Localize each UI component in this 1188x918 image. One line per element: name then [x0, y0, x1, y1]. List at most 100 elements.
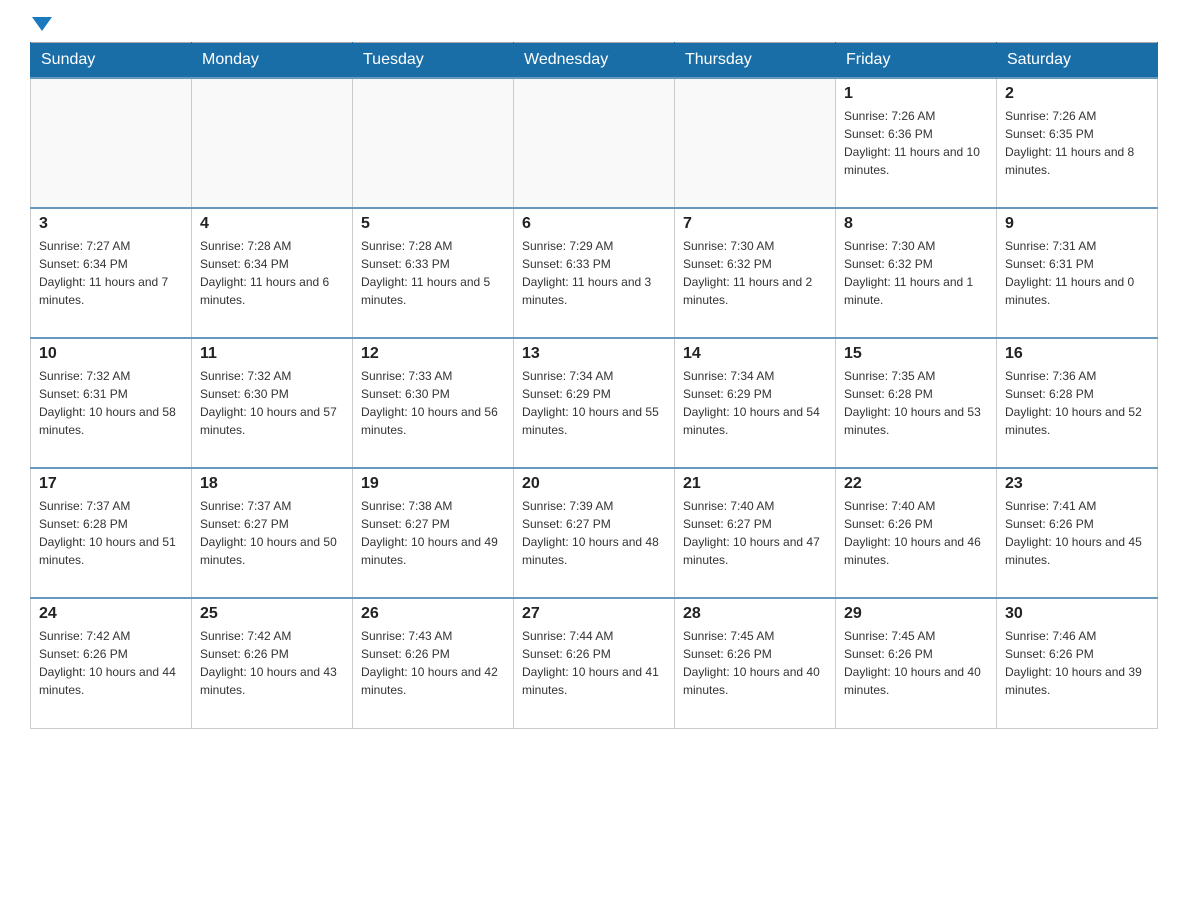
- day-number: 13: [522, 345, 666, 363]
- day-info: Sunrise: 7:35 AM Sunset: 6:28 PM Dayligh…: [844, 367, 988, 439]
- day-of-week-header: Friday: [836, 43, 997, 79]
- day-info: Sunrise: 7:34 AM Sunset: 6:29 PM Dayligh…: [683, 367, 827, 439]
- day-info: Sunrise: 7:36 AM Sunset: 6:28 PM Dayligh…: [1005, 367, 1149, 439]
- day-number: 12: [361, 345, 505, 363]
- calendar-cell: 24 Sunrise: 7:42 AM Sunset: 6:26 PM Dayli…: [31, 598, 192, 728]
- day-number: 4: [200, 215, 344, 233]
- calendar-cell: 5Sunrise: 7:28 AM Sunset: 6:33 PM Daylig…: [353, 208, 514, 338]
- calendar-week-row: 24 Sunrise: 7:42 AM Sunset: 6:26 PM Dayli…: [31, 598, 1158, 728]
- day-number: 19: [361, 475, 505, 493]
- day-info: Sunrise: 7:42 AM Sunset: 6:26 PM Dayligh…: [39, 627, 183, 699]
- calendar-cell: [675, 78, 836, 208]
- calendar-table: SundayMondayTuesdayWednesdayThursdayFrid…: [30, 42, 1158, 729]
- day-of-week-header: Sunday: [31, 43, 192, 79]
- calendar-cell: [353, 78, 514, 208]
- day-info: Sunrise: 7:37 AM Sunset: 6:27 PM Dayligh…: [200, 497, 344, 569]
- day-of-week-header: Tuesday: [353, 43, 514, 79]
- calendar-cell: 29 Sunrise: 7:45 AM Sunset: 6:26 PM Dayli…: [836, 598, 997, 728]
- calendar-cell: 16 Sunrise: 7:36 AM Sunset: 6:28 PM Dayli…: [997, 338, 1158, 468]
- calendar-cell: 26 Sunrise: 7:43 AM Sunset: 6:26 PM Dayli…: [353, 598, 514, 728]
- day-of-week-header: Monday: [192, 43, 353, 79]
- day-number: 21: [683, 475, 827, 493]
- day-info: Sunrise: 7:42 AM Sunset: 6:26 PM Dayligh…: [200, 627, 344, 699]
- day-number: 7: [683, 215, 827, 233]
- calendar-cell: 2Sunrise: 7:26 AM Sunset: 6:35 PM Daylig…: [997, 78, 1158, 208]
- day-number: 5: [361, 215, 505, 233]
- day-info: Sunrise: 7:34 AM Sunset: 6:29 PM Dayligh…: [522, 367, 666, 439]
- calendar-cell: 21 Sunrise: 7:40 AM Sunset: 6:27 PM Dayli…: [675, 468, 836, 598]
- day-number: 1: [844, 85, 988, 103]
- logo-triangle-icon: [32, 17, 52, 31]
- day-info: Sunrise: 7:26 AM Sunset: 6:35 PM Dayligh…: [1005, 107, 1149, 179]
- calendar-cell: 20 Sunrise: 7:39 AM Sunset: 6:27 PM Dayli…: [514, 468, 675, 598]
- day-number: 11: [200, 345, 344, 363]
- calendar-cell: 10Sunrise: 7:32 AM Sunset: 6:31 PM Dayli…: [31, 338, 192, 468]
- day-info: Sunrise: 7:39 AM Sunset: 6:27 PM Dayligh…: [522, 497, 666, 569]
- calendar-week-row: 10Sunrise: 7:32 AM Sunset: 6:31 PM Dayli…: [31, 338, 1158, 468]
- day-number: 27: [522, 605, 666, 623]
- calendar-cell: 1 Sunrise: 7:26 AM Sunset: 6:36 PM Daylig…: [836, 78, 997, 208]
- day-of-week-header: Saturday: [997, 43, 1158, 79]
- day-info: Sunrise: 7:28 AM Sunset: 6:34 PM Dayligh…: [200, 237, 344, 309]
- calendar-week-row: 1 Sunrise: 7:26 AM Sunset: 6:36 PM Daylig…: [31, 78, 1158, 208]
- day-number: 6: [522, 215, 666, 233]
- calendar-cell: 25 Sunrise: 7:42 AM Sunset: 6:26 PM Dayli…: [192, 598, 353, 728]
- day-number: 23: [1005, 475, 1149, 493]
- calendar-cell: [31, 78, 192, 208]
- calendar-cell: 23 Sunrise: 7:41 AM Sunset: 6:26 PM Dayli…: [997, 468, 1158, 598]
- calendar-cell: 11 Sunrise: 7:32 AM Sunset: 6:30 PM Dayli…: [192, 338, 353, 468]
- calendar-cell: 15Sunrise: 7:35 AM Sunset: 6:28 PM Dayli…: [836, 338, 997, 468]
- calendar-cell: 22 Sunrise: 7:40 AM Sunset: 6:26 PM Dayli…: [836, 468, 997, 598]
- day-info: Sunrise: 7:46 AM Sunset: 6:26 PM Dayligh…: [1005, 627, 1149, 699]
- day-number: 29: [844, 605, 988, 623]
- day-info: Sunrise: 7:41 AM Sunset: 6:26 PM Dayligh…: [1005, 497, 1149, 569]
- day-info: Sunrise: 7:32 AM Sunset: 6:30 PM Dayligh…: [200, 367, 344, 439]
- day-number: 10: [39, 345, 183, 363]
- day-number: 14: [683, 345, 827, 363]
- day-info: Sunrise: 7:30 AM Sunset: 6:32 PM Dayligh…: [683, 237, 827, 309]
- calendar-cell: 3 Sunrise: 7:27 AM Sunset: 6:34 PM Daylig…: [31, 208, 192, 338]
- calendar-cell: 14 Sunrise: 7:34 AM Sunset: 6:29 PM Dayli…: [675, 338, 836, 468]
- day-number: 30: [1005, 605, 1149, 623]
- calendar-cell: 18 Sunrise: 7:37 AM Sunset: 6:27 PM Dayli…: [192, 468, 353, 598]
- calendar-cell: 30 Sunrise: 7:46 AM Sunset: 6:26 PM Dayli…: [997, 598, 1158, 728]
- day-number: 3: [39, 215, 183, 233]
- day-info: Sunrise: 7:40 AM Sunset: 6:26 PM Dayligh…: [844, 497, 988, 569]
- day-info: Sunrise: 7:44 AM Sunset: 6:26 PM Dayligh…: [522, 627, 666, 699]
- day-number: 9: [1005, 215, 1149, 233]
- day-number: 24: [39, 605, 183, 623]
- day-info: Sunrise: 7:29 AM Sunset: 6:33 PM Dayligh…: [522, 237, 666, 309]
- calendar-cell: 17Sunrise: 7:37 AM Sunset: 6:28 PM Dayli…: [31, 468, 192, 598]
- calendar-cell: 4 Sunrise: 7:28 AM Sunset: 6:34 PM Daylig…: [192, 208, 353, 338]
- day-info: Sunrise: 7:31 AM Sunset: 6:31 PM Dayligh…: [1005, 237, 1149, 309]
- day-info: Sunrise: 7:40 AM Sunset: 6:27 PM Dayligh…: [683, 497, 827, 569]
- day-info: Sunrise: 7:45 AM Sunset: 6:26 PM Dayligh…: [844, 627, 988, 699]
- calendar-cell: 28Sunrise: 7:45 AM Sunset: 6:26 PM Dayli…: [675, 598, 836, 728]
- day-info: Sunrise: 7:27 AM Sunset: 6:34 PM Dayligh…: [39, 237, 183, 309]
- day-info: Sunrise: 7:37 AM Sunset: 6:28 PM Dayligh…: [39, 497, 183, 569]
- calendar-cell: 6 Sunrise: 7:29 AM Sunset: 6:33 PM Daylig…: [514, 208, 675, 338]
- day-info: Sunrise: 7:43 AM Sunset: 6:26 PM Dayligh…: [361, 627, 505, 699]
- day-number: 25: [200, 605, 344, 623]
- calendar-cell: 12 Sunrise: 7:33 AM Sunset: 6:30 PM Dayli…: [353, 338, 514, 468]
- day-number: 20: [522, 475, 666, 493]
- calendar-week-row: 3 Sunrise: 7:27 AM Sunset: 6:34 PM Daylig…: [31, 208, 1158, 338]
- page-header: [30, 20, 1158, 26]
- day-info: Sunrise: 7:30 AM Sunset: 6:32 PM Dayligh…: [844, 237, 988, 309]
- calendar-cell: 7 Sunrise: 7:30 AM Sunset: 6:32 PM Daylig…: [675, 208, 836, 338]
- calendar-cell: 13 Sunrise: 7:34 AM Sunset: 6:29 PM Dayli…: [514, 338, 675, 468]
- day-info: Sunrise: 7:45 AM Sunset: 6:26 PM Dayligh…: [683, 627, 827, 699]
- calendar-cell: 9 Sunrise: 7:31 AM Sunset: 6:31 PM Daylig…: [997, 208, 1158, 338]
- day-number: 18: [200, 475, 344, 493]
- day-number: 16: [1005, 345, 1149, 363]
- calendar-header-row: SundayMondayTuesdayWednesdayThursdayFrid…: [31, 43, 1158, 79]
- day-info: Sunrise: 7:33 AM Sunset: 6:30 PM Dayligh…: [361, 367, 505, 439]
- day-info: Sunrise: 7:26 AM Sunset: 6:36 PM Dayligh…: [844, 107, 988, 179]
- day-number: 26: [361, 605, 505, 623]
- day-number: 22: [844, 475, 988, 493]
- day-of-week-header: Thursday: [675, 43, 836, 79]
- calendar-week-row: 17Sunrise: 7:37 AM Sunset: 6:28 PM Dayli…: [31, 468, 1158, 598]
- day-of-week-header: Wednesday: [514, 43, 675, 79]
- day-info: Sunrise: 7:38 AM Sunset: 6:27 PM Dayligh…: [361, 497, 505, 569]
- day-number: 8: [844, 215, 988, 233]
